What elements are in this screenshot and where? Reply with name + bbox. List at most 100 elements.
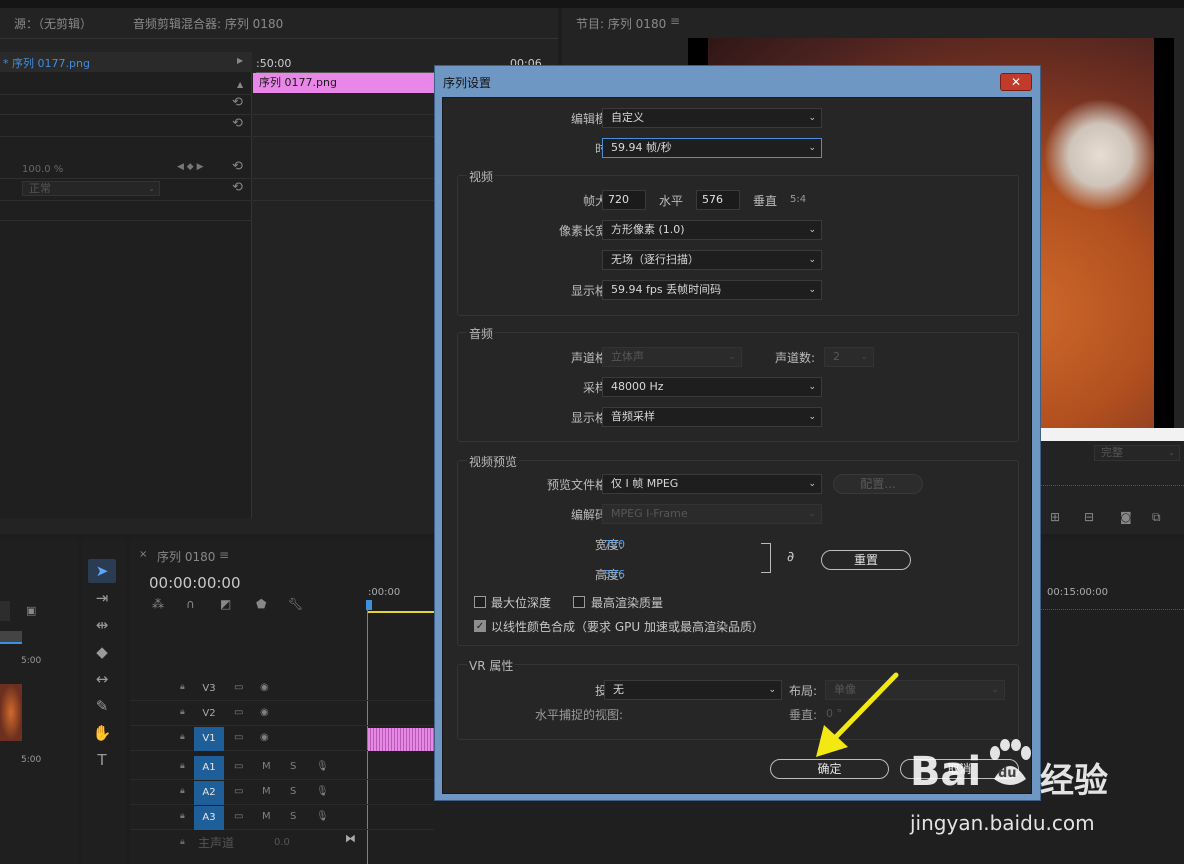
eye-icon[interactable]: ◉ — [260, 707, 269, 718]
audio-display-format-dropdown[interactable]: 音频采样 ⌄ — [602, 407, 822, 427]
track-select-tool-icon[interactable]: ⇥ — [88, 586, 116, 610]
keyframe-nav-icon[interactable]: ◀ ◆ ▶ — [177, 162, 204, 172]
selection-tool-icon[interactable]: ➤ — [88, 559, 116, 583]
work-area-bar[interactable] — [367, 611, 434, 613]
ripple-edit-tool-icon[interactable]: ⇹ — [88, 613, 116, 637]
clip-bar[interactable]: 序列 0177.png — [253, 73, 434, 93]
extract-icon[interactable]: ⊟ — [1084, 510, 1094, 524]
wrench-icon[interactable]: 🔧︎ — [288, 597, 303, 611]
lock-icon[interactable]: 🔒︎ — [180, 707, 185, 717]
master-end-icon[interactable]: ⧓ — [345, 832, 356, 845]
project-thumb-2[interactable] — [0, 684, 22, 741]
max-bit-depth-checkbox[interactable] — [474, 596, 486, 608]
microphone-icon[interactable]: 🎙︎ — [316, 811, 329, 822]
reset-icon[interactable]: ⟲ — [232, 159, 243, 174]
microphone-icon[interactable]: 🎙︎ — [316, 786, 329, 797]
audio-mixer-tab[interactable]: 音频剪辑混合器: 序列 0180 — [133, 15, 283, 32]
panel-menu-icon[interactable]: ≡ — [670, 14, 680, 28]
configure-button[interactable]: 配置... — [833, 474, 923, 494]
eye-icon[interactable]: ◉ — [260, 682, 269, 693]
preview-file-format-dropdown[interactable]: 仅 I 帧 MPEG ⌄ — [602, 474, 822, 494]
clip-name[interactable]: * 序列 0177.png — [3, 55, 90, 71]
razor-tool-icon[interactable]: ◆ — [88, 640, 116, 664]
panel-menu-icon[interactable]: ≡ — [219, 548, 229, 562]
lock-icon[interactable]: 🔒︎ — [180, 732, 185, 742]
source-panel-title[interactable]: 源：（无剪辑） — [14, 15, 92, 32]
solo-label[interactable]: S — [290, 786, 296, 797]
nest-icon[interactable]: ⁂ — [152, 597, 164, 611]
microphone-icon[interactable]: 🎙︎ — [316, 761, 329, 772]
new-bin-icon[interactable]: ▣ — [26, 604, 36, 617]
hand-tool-icon[interactable]: ✋ — [88, 721, 116, 745]
reset-icon[interactable]: ⟲ — [232, 95, 243, 110]
edit-mode-dropdown[interactable]: 自定义 ⌄ — [602, 108, 822, 128]
export-frame-icon[interactable]: ⧉ — [1152, 510, 1161, 525]
sync-lock-icon[interactable]: ▭ — [234, 707, 243, 718]
camera-icon[interactable]: ◙ — [1120, 510, 1132, 524]
collapse-triangle-icon[interactable]: ▲ — [237, 80, 243, 89]
slip-tool-icon[interactable]: ↔ — [88, 667, 116, 691]
preview-height-value[interactable]: 576 — [604, 568, 625, 581]
track-target-button[interactable]: V2 — [194, 702, 224, 726]
timeline-tab[interactable]: 序列 0180 — [157, 548, 215, 565]
video-display-format-dropdown[interactable]: 59.94 fps 丢帧时间码 ⌄ — [602, 280, 822, 300]
timecode[interactable]: 00:00:00:00 — [149, 574, 241, 592]
opacity-value[interactable]: 100.0 % — [22, 164, 63, 175]
link-icon[interactable]: ∂ — [787, 549, 794, 565]
mute-label[interactable]: M — [262, 786, 271, 797]
track-target-button[interactable]: V1 — [194, 727, 224, 751]
frame-height-input[interactable]: 576 — [696, 190, 740, 210]
lock-icon[interactable]: 🔒︎ — [180, 786, 185, 796]
solo-label[interactable]: S — [290, 811, 296, 822]
frame-width-input[interactable]: 720 — [602, 190, 646, 210]
projection-dropdown[interactable]: 无 ⌄ — [604, 680, 782, 700]
track-target-button[interactable]: A2 — [194, 781, 224, 805]
play-triangle-icon[interactable]: ▶ — [237, 56, 243, 65]
solo-label[interactable]: S — [290, 761, 296, 772]
project-search[interactable] — [0, 601, 10, 621]
track-target-button[interactable]: A3 — [194, 806, 224, 830]
lift-icon[interactable]: ⊞ — [1050, 510, 1060, 524]
master-lock-icon[interactable]: 🔒︎ — [180, 837, 185, 847]
program-panel-title[interactable]: 节目: 序列 0180 — [576, 15, 666, 32]
marker-icon[interactable]: ⬟ — [256, 597, 266, 611]
field-dropdown[interactable]: 无场（逐行扫描） ⌄ — [602, 250, 822, 270]
lock-icon[interactable]: 🔒︎ — [180, 761, 185, 771]
max-bit-depth-label[interactable]: 最大位深度 — [491, 594, 551, 611]
track-target-button[interactable]: V3 — [194, 677, 224, 701]
sync-lock-icon[interactable]: ▭ — [234, 732, 243, 743]
pixel-aspect-dropdown[interactable]: 方形像素 (1.0) ⌄ — [602, 220, 822, 240]
track-row: 🔒︎ A3 ▭ M S 🎙︎ — [130, 806, 434, 830]
linear-color-checkbox[interactable]: ✓ — [474, 620, 486, 632]
linked-select-icon[interactable]: ◩ — [220, 597, 231, 611]
close-button[interactable]: ✕ — [1000, 73, 1032, 91]
master-volume[interactable]: 0.0 — [274, 837, 290, 848]
sync-lock-icon[interactable]: ▭ — [234, 786, 243, 797]
sample-rate-dropdown[interactable]: 48000 Hz ⌄ — [602, 377, 822, 397]
track-target-button[interactable]: A1 — [194, 756, 224, 780]
linear-color-label[interactable]: 以线性颜色合成（要求 GPU 加速或最高渲染品质） — [491, 618, 764, 635]
project-thumb-1[interactable] — [0, 631, 22, 644]
lock-icon[interactable]: 🔒︎ — [180, 682, 185, 692]
reset-icon[interactable]: ⟲ — [232, 180, 243, 195]
reset-icon[interactable]: ⟲ — [232, 116, 243, 131]
quality-dropdown[interactable]: 完整 ⌄ — [1094, 445, 1180, 461]
v1-clip[interactable] — [368, 728, 434, 751]
preview-width-value[interactable]: 720 — [604, 538, 625, 551]
snap-icon[interactable]: ∩ — [186, 597, 195, 611]
type-tool-icon[interactable]: T — [88, 748, 116, 772]
eye-icon[interactable]: ◉ — [260, 732, 269, 743]
sync-lock-icon[interactable]: ▭ — [234, 811, 243, 822]
sync-lock-icon[interactable]: ▭ — [234, 761, 243, 772]
pen-tool-icon[interactable]: ✎ — [88, 694, 116, 718]
blend-mode-dropdown[interactable]: 正常 ⌄ — [22, 181, 160, 196]
max-render-quality-label[interactable]: 最高渲染质量 — [591, 594, 663, 611]
sync-lock-icon[interactable]: ▭ — [234, 682, 243, 693]
lock-icon[interactable]: 🔒︎ — [180, 811, 185, 821]
mute-label[interactable]: M — [262, 761, 271, 772]
timebase-dropdown[interactable]: 59.94 帧/秒 ⌄ — [602, 138, 822, 158]
close-tab-icon[interactable]: × — [139, 549, 147, 560]
reset-button[interactable]: 重置 — [821, 550, 911, 570]
mute-label[interactable]: M — [262, 811, 271, 822]
max-render-quality-checkbox[interactable] — [573, 596, 585, 608]
